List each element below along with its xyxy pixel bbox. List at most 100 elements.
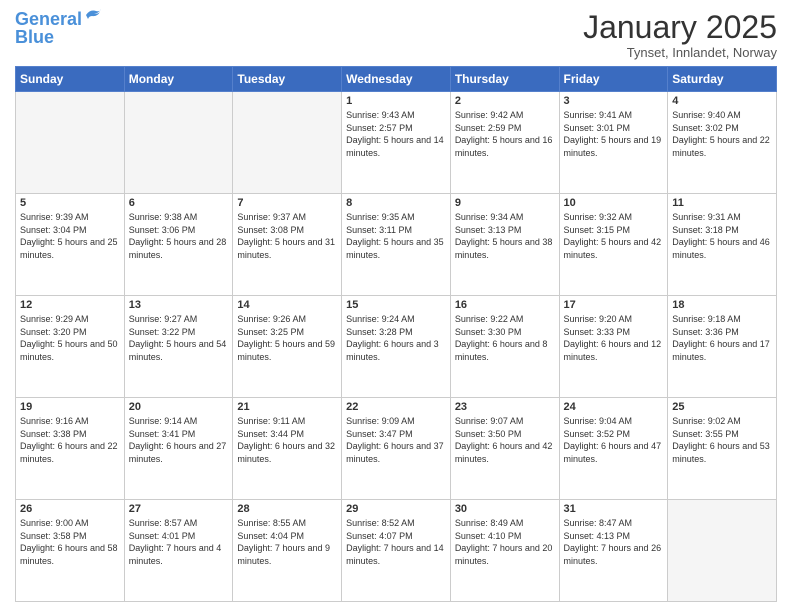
calendar-week-1: 5 Sunrise: 9:39 AM Sunset: 3:04 PM Daylig… [16,194,777,296]
day-number: 15 [346,299,446,311]
calendar-table: Sunday Monday Tuesday Wednesday Thursday… [15,66,777,602]
day-info: Sunrise: 8:47 AM Sunset: 4:13 PM Dayligh… [564,517,664,567]
day-number: 24 [564,401,664,413]
calendar-day: 15 Sunrise: 9:24 AM Sunset: 3:28 PM Dayli… [342,296,451,398]
calendar-day: 17 Sunrise: 9:20 AM Sunset: 3:33 PM Dayli… [559,296,668,398]
calendar-week-2: 12Sunrise: 9:29 AM Sunset: 3:20 PM Dayli… [16,296,777,398]
day-number: 20 [129,401,229,413]
day-number: 12 [20,299,120,311]
day-number: 31 [564,503,664,515]
day-info: Sunrise: 9:18 AM Sunset: 3:36 PM Dayligh… [672,313,772,363]
day-number: 25 [672,401,772,413]
day-info: Sunrise: 9:42 AM Sunset: 2:59 PM Dayligh… [455,109,555,159]
calendar-day: 6Sunrise: 9:38 AM Sunset: 3:06 PM Daylig… [124,194,233,296]
day-number: 9 [455,197,555,209]
header-sunday: Sunday [16,67,125,92]
day-info: Sunrise: 9:41 AM Sunset: 3:01 PM Dayligh… [564,109,664,159]
calendar-day: 28 Sunrise: 8:55 AM Sunset: 4:04 PM Dayli… [233,500,342,602]
day-info: Sunrise: 9:16 AM Sunset: 3:38 PM Dayligh… [20,415,120,465]
logo-text-blue: Blue [15,28,54,48]
day-number: 14 [237,299,337,311]
header-wednesday: Wednesday [342,67,451,92]
day-info: Sunrise: 9:24 AM Sunset: 3:28 PM Dayligh… [346,313,446,363]
day-number: 28 [237,503,337,515]
day-number: 19 [20,401,120,413]
page: General Blue January 2025 Tynset, Innlan… [0,0,792,612]
day-info: Sunrise: 9:07 AM Sunset: 3:50 PM Dayligh… [455,415,555,465]
day-number: 17 [564,299,664,311]
day-info: Sunrise: 9:37 AM Sunset: 3:08 PM Dayligh… [237,211,337,261]
day-number: 8 [346,197,446,209]
day-info: Sunrise: 9:31 AM Sunset: 3:18 PM Dayligh… [672,211,772,261]
day-info: Sunrise: 9:14 AM Sunset: 3:41 PM Dayligh… [129,415,229,465]
header-friday: Friday [559,67,668,92]
calendar-day: 5 Sunrise: 9:39 AM Sunset: 3:04 PM Daylig… [16,194,125,296]
day-number: 10 [564,197,664,209]
calendar-day: 29 Sunrise: 8:52 AM Sunset: 4:07 PM Dayli… [342,500,451,602]
day-number: 2 [455,95,555,107]
day-number: 16 [455,299,555,311]
day-number: 21 [237,401,337,413]
day-info: Sunrise: 9:26 AM Sunset: 3:25 PM Dayligh… [237,313,337,363]
calendar-title: January 2025 [583,10,777,45]
day-info: Sunrise: 9:11 AM Sunset: 3:44 PM Dayligh… [237,415,337,465]
calendar-day: 1 Sunrise: 9:43 AM Sunset: 2:57 PM Daylig… [342,92,451,194]
day-number: 5 [20,197,120,209]
calendar-day: 20 Sunrise: 9:14 AM Sunset: 3:41 PM Dayli… [124,398,233,500]
header-saturday: Saturday [668,67,777,92]
calendar-day [668,500,777,602]
day-info: Sunrise: 9:20 AM Sunset: 3:33 PM Dayligh… [564,313,664,363]
day-info: Sunrise: 9:40 AM Sunset: 3:02 PM Dayligh… [672,109,772,159]
logo-bird-icon [84,7,102,23]
day-info: Sunrise: 8:52 AM Sunset: 4:07 PM Dayligh… [346,517,446,567]
day-info: Sunrise: 9:43 AM Sunset: 2:57 PM Dayligh… [346,109,446,159]
calendar-week-4: 26 Sunrise: 9:00 AM Sunset: 3:58 PM Dayli… [16,500,777,602]
day-info: Sunrise: 9:09 AM Sunset: 3:47 PM Dayligh… [346,415,446,465]
day-info: Sunrise: 8:55 AM Sunset: 4:04 PM Dayligh… [237,517,337,567]
logo: General Blue [15,10,102,48]
day-number: 13 [129,299,229,311]
calendar-day: 4 Sunrise: 9:40 AM Sunset: 3:02 PM Daylig… [668,92,777,194]
day-info: Sunrise: 9:35 AM Sunset: 3:11 PM Dayligh… [346,211,446,261]
calendar-day: 22 Sunrise: 9:09 AM Sunset: 3:47 PM Dayli… [342,398,451,500]
calendar-day: 26 Sunrise: 9:00 AM Sunset: 3:58 PM Dayli… [16,500,125,602]
calendar-day: 21 Sunrise: 9:11 AM Sunset: 3:44 PM Dayli… [233,398,342,500]
calendar-day: 7Sunrise: 9:37 AM Sunset: 3:08 PM Daylig… [233,194,342,296]
calendar-day: 2 Sunrise: 9:42 AM Sunset: 2:59 PM Daylig… [450,92,559,194]
day-info: Sunrise: 9:39 AM Sunset: 3:04 PM Dayligh… [20,211,120,261]
day-info: Sunrise: 9:27 AM Sunset: 3:22 PM Dayligh… [129,313,229,363]
calendar-day [16,92,125,194]
calendar-subtitle: Tynset, Innlandet, Norway [583,45,777,60]
header-tuesday: Tuesday [233,67,342,92]
calendar-day: 13 Sunrise: 9:27 AM Sunset: 3:22 PM Dayli… [124,296,233,398]
day-number: 22 [346,401,446,413]
day-info: Sunrise: 9:04 AM Sunset: 3:52 PM Dayligh… [564,415,664,465]
day-number: 4 [672,95,772,107]
day-number: 23 [455,401,555,413]
calendar-day: 12Sunrise: 9:29 AM Sunset: 3:20 PM Dayli… [16,296,125,398]
header-thursday: Thursday [450,67,559,92]
day-number: 26 [20,503,120,515]
title-block: January 2025 Tynset, Innlandet, Norway [583,10,777,60]
day-number: 3 [564,95,664,107]
day-number: 1 [346,95,446,107]
calendar-day: 10Sunrise: 9:32 AM Sunset: 3:15 PM Dayli… [559,194,668,296]
calendar-day [124,92,233,194]
calendar-day: 9Sunrise: 9:34 AM Sunset: 3:13 PM Daylig… [450,194,559,296]
day-number: 29 [346,503,446,515]
calendar-header-row: Sunday Monday Tuesday Wednesday Thursday… [16,67,777,92]
calendar-day: 23 Sunrise: 9:07 AM Sunset: 3:50 PM Dayli… [450,398,559,500]
calendar-day: 31 Sunrise: 8:47 AM Sunset: 4:13 PM Dayli… [559,500,668,602]
header-monday: Monday [124,67,233,92]
calendar-day: 11Sunrise: 9:31 AM Sunset: 3:18 PM Dayli… [668,194,777,296]
day-info: Sunrise: 9:00 AM Sunset: 3:58 PM Dayligh… [20,517,120,567]
calendar-week-0: 1 Sunrise: 9:43 AM Sunset: 2:57 PM Daylig… [16,92,777,194]
calendar-week-3: 19 Sunrise: 9:16 AM Sunset: 3:38 PM Dayli… [16,398,777,500]
header: General Blue January 2025 Tynset, Innlan… [15,10,777,60]
calendar-day: 30Sunrise: 8:49 AM Sunset: 4:10 PM Dayli… [450,500,559,602]
calendar-day [233,92,342,194]
calendar-day: 8 Sunrise: 9:35 AM Sunset: 3:11 PM Daylig… [342,194,451,296]
calendar-day: 25Sunrise: 9:02 AM Sunset: 3:55 PM Dayli… [668,398,777,500]
day-number: 6 [129,197,229,209]
calendar-day: 3 Sunrise: 9:41 AM Sunset: 3:01 PM Daylig… [559,92,668,194]
